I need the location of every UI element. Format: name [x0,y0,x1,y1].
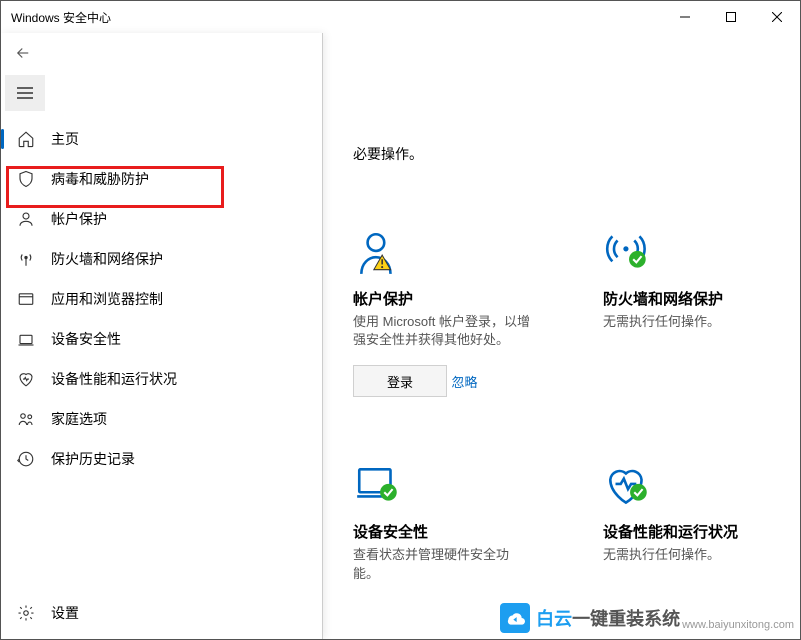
home-icon [15,130,37,148]
card-firewall-icon [603,224,783,282]
family-icon [15,410,37,428]
nav-perf[interactable]: 设备性能和运行状况 [1,359,322,399]
nav-firewall[interactable]: 防火墙和网络保护 [1,239,322,279]
gear-icon [15,604,37,622]
nav-virus[interactable]: 病毒和威胁防护 [1,159,322,199]
ignore-link[interactable]: 忽略 [451,372,477,391]
card-title: 设备安全性 [353,521,533,542]
watermark-tagline: 一键重装系统 [572,605,680,631]
window-icon [15,290,37,308]
minimize-button[interactable] [662,1,708,33]
nav-device[interactable]: 设备安全性 [1,319,322,359]
card-perf-icon [603,457,783,515]
titlebar: Windows 安全中心 [1,1,800,33]
window-controls [662,1,800,33]
nav-label: 病毒和威胁防护 [51,169,149,189]
cards: 帐户保护 使用 Microsoft 帐户登录，以增强安全性并获得其他好处。 登录… [353,224,800,640]
card-desc: 查看状态并管理硬件安全功能。 [353,546,533,582]
nav-home[interactable]: 主页 [1,119,322,159]
card-account-icon [353,224,533,282]
watermark-url: www.baiyunxitong.com [682,619,794,631]
login-button[interactable]: 登录 [353,365,447,397]
card-device-icon [353,457,533,515]
nav-label: 防火墙和网络保护 [51,249,163,269]
sidebar: 主页 病毒和威胁防护 帐户保护 防火墙和网络保护 应用和浏览器控制 设备安全性 [1,33,323,639]
shield-icon [15,170,37,188]
card-title: 设备性能和运行状况 [603,521,783,542]
card-desc: 使用 Microsoft 帐户登录，以增强安全性并获得其他好处。 [353,313,533,349]
card-desc: 无需执行任何操作。 [603,546,783,564]
maximize-button[interactable] [708,1,754,33]
nav-label: 保护历史记录 [51,449,135,469]
card-account: 帐户保护 使用 Microsoft 帐户登录，以增强安全性并获得其他好处。 登录… [353,224,533,397]
content: 必要操作。 帐户保护 使用 Microsoft 帐户登录，以增强安全性并获得其他… [323,33,800,639]
watermark-logo-icon [500,603,530,633]
card-device: 设备安全性 查看状态并管理硬件安全功能。 [353,457,533,582]
nav-settings-row: 设置 [1,593,322,633]
close-button[interactable] [754,1,800,33]
nav: 主页 病毒和威胁防护 帐户保护 防火墙和网络保护 应用和浏览器控制 设备安全性 [1,119,322,479]
hamburger-button[interactable] [5,75,45,111]
antenna-icon [15,250,37,268]
card-firewall: 防火墙和网络保护 无需执行任何操作。 [603,224,783,397]
nav-label: 应用和浏览器控制 [51,289,163,309]
nav-label: 主页 [51,129,79,149]
nav-label: 设备安全性 [51,329,121,349]
card-desc: 无需执行任何操作。 [603,313,783,331]
card-perf: 设备性能和运行状况 无需执行任何操作。 [603,457,783,582]
nav-account[interactable]: 帐户保护 [1,199,322,239]
watermark-brand: 白云 [536,605,572,631]
nav-label: 帐户保护 [51,209,107,229]
history-icon [15,450,37,468]
back-button[interactable] [1,33,45,73]
card-title: 帐户保护 [353,288,533,309]
chip-icon [15,330,37,348]
nav-label: 设置 [51,603,79,623]
heart-icon [15,370,37,388]
nav-settings[interactable]: 设置 [1,593,322,633]
person-icon [15,210,37,228]
nav-family[interactable]: 家庭选项 [1,399,322,439]
partial-text: 必要操作。 [353,144,800,164]
nav-history[interactable]: 保护历史记录 [1,439,322,479]
nav-label: 设备性能和运行状况 [51,369,177,389]
window: Windows 安全中心 主页 病毒和威胁防护 帐户保 [0,0,801,640]
card-title: 防火墙和网络保护 [603,288,783,309]
window-title: Windows 安全中心 [11,9,111,26]
nav-label: 家庭选项 [51,409,107,429]
watermark: 白云 一键重装系统 www.baiyunxitong.com [500,603,794,633]
nav-app[interactable]: 应用和浏览器控制 [1,279,322,319]
